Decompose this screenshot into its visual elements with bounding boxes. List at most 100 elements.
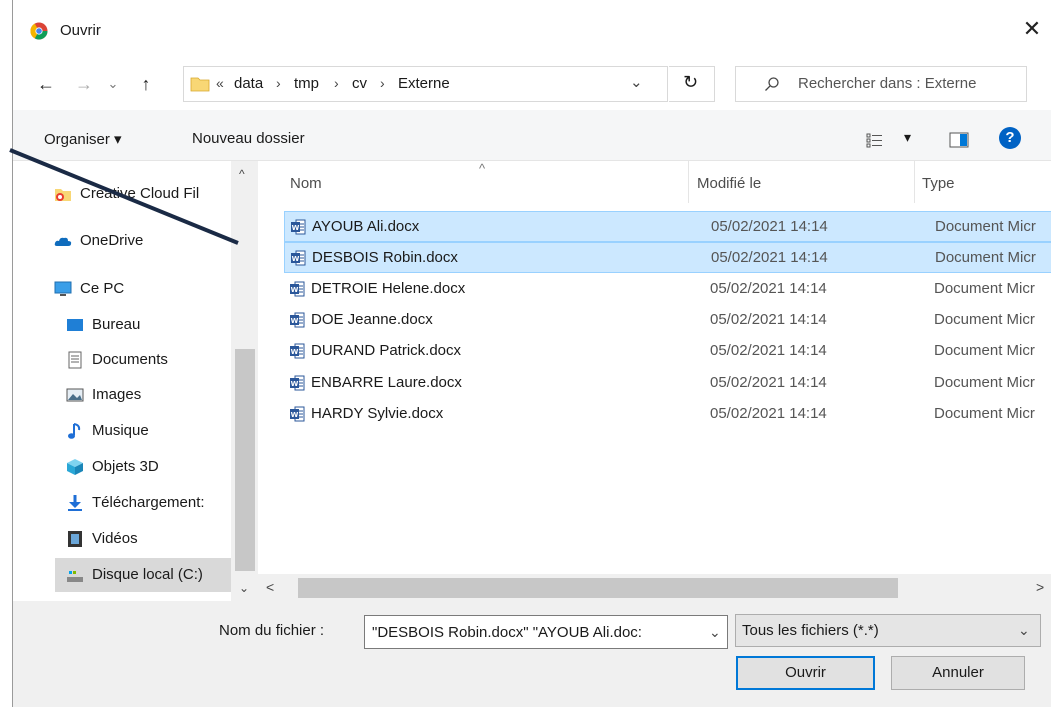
- breadcrumb-separator[interactable]: ›: [380, 75, 385, 91]
- file-name: ENBARRE Laure.docx: [311, 373, 462, 391]
- documents-icon: [68, 351, 82, 369]
- file-type: Document Micr: [934, 279, 1035, 297]
- dialog-footer: Nom du fichier : "DESBOIS Robin.docx" "A…: [13, 601, 1051, 707]
- annotation-line: [9, 148, 239, 245]
- file-row[interactable]: W HARDY Sylvie.docx 05/02/2021 14:14 Docume…: [284, 399, 1051, 430]
- open-button[interactable]: Ouvrir: [736, 656, 875, 690]
- file-type-select[interactable]: Tous les fichiers (*.*) ⌄: [735, 614, 1041, 647]
- sidebar-item-images[interactable]: Images: [66, 380, 226, 410]
- scroll-down-icon[interactable]: ⌄: [239, 581, 249, 595]
- scroll-right-icon[interactable]: >: [1036, 579, 1044, 595]
- column-header-modified[interactable]: Modifié le: [697, 175, 761, 192]
- file-list: Nom ^ Modifié le Type W AYOUB Ali.docx 05/…: [258, 161, 1051, 602]
- file-modified: 05/02/2021 14:14: [711, 218, 828, 235]
- svg-text:W: W: [291, 348, 299, 356]
- filename-label: Nom du fichier :: [219, 622, 325, 639]
- sidebar-item-label: Ce PC: [80, 280, 125, 297]
- music-icon: [68, 423, 81, 439]
- scroll-left-icon[interactable]: <: [266, 579, 274, 595]
- breadcrumb-tmp[interactable]: tmp: [294, 75, 319, 92]
- svg-text:W: W: [291, 411, 299, 419]
- breadcrumb-separator[interactable]: ›: [334, 75, 339, 91]
- sidebar-item-desktop[interactable]: Bureau: [66, 310, 226, 340]
- filename-dropdown-icon[interactable]: ⌄: [709, 624, 721, 641]
- address-dropdown-icon[interactable]: ⌄: [630, 73, 643, 91]
- sidebar-item-label: Disque local (C:): [92, 566, 203, 583]
- word-document-icon: W: [291, 250, 306, 266]
- column-header-type[interactable]: Type: [922, 175, 955, 192]
- file-row[interactable]: W ENBARRE Laure.docx 05/02/2021 14:14 Docum…: [284, 368, 1051, 399]
- refresh-button[interactable]: ↻: [669, 66, 715, 102]
- file-modified: 05/02/2021 14:14: [710, 279, 827, 297]
- preview-pane-icon[interactable]: [949, 132, 969, 148]
- file-type: Document Micr: [935, 218, 1036, 235]
- file-name: HARDY Sylvie.docx: [311, 404, 444, 422]
- file-row[interactable]: W DESBOIS Robin.docx 05/02/2021 14:14 Docum…: [284, 242, 1051, 274]
- search-input[interactable]: Rechercher dans : Externe: [735, 66, 1027, 102]
- svg-text:W: W: [291, 380, 299, 388]
- breadcrumb-separator[interactable]: ›: [276, 75, 281, 91]
- file-name: DETROIE Helene.docx: [311, 279, 466, 297]
- sidebar-item-label: Musique: [92, 422, 149, 439]
- sidebar-item-documents[interactable]: Documents: [66, 345, 226, 375]
- sidebar-item-label: Documents: [92, 351, 168, 368]
- file-row[interactable]: W DURAND Patrick.docx 05/02/2021 14:14 Docu…: [284, 336, 1051, 367]
- word-document-icon: W: [290, 312, 305, 328]
- word-document-icon: W: [290, 375, 305, 390]
- sidebar-item-3d-objects[interactable]: Objets 3D: [66, 452, 226, 482]
- close-button[interactable]: ✕: [1017, 14, 1047, 44]
- file-row[interactable]: W AYOUB Ali.docx 05/02/2021 14:14 Document …: [284, 211, 1051, 242]
- sidebar-item-label: Bureau: [92, 316, 141, 333]
- file-type: Document Micr: [934, 404, 1035, 422]
- file-name: DESBOIS Robin.docx: [312, 249, 458, 267]
- download-icon: [68, 495, 82, 511]
- svg-text:W: W: [291, 317, 299, 325]
- file-list-scrollbar[interactable]: < >: [258, 574, 1051, 602]
- column-divider[interactable]: [688, 161, 689, 203]
- file-modified: 05/02/2021 14:14: [710, 404, 827, 422]
- breadcrumb-externe[interactable]: Externe: [398, 75, 450, 92]
- drive-icon: [67, 571, 83, 582]
- svg-text:W: W: [292, 255, 300, 263]
- file-modified: 05/02/2021 14:14: [710, 310, 827, 328]
- file-type: Document Micr: [934, 310, 1035, 328]
- search-icon: [765, 77, 779, 91]
- sidebar-item-this-pc[interactable]: Ce PC: [54, 274, 234, 304]
- desktop-icon: [67, 319, 83, 331]
- sidebar-item-downloads[interactable]: Téléchargement:: [66, 488, 236, 518]
- file-type-dropdown-icon[interactable]: ⌄: [1018, 622, 1030, 639]
- file-name: DOE Jeanne.docx: [311, 310, 433, 328]
- svg-text:W: W: [291, 286, 299, 294]
- file-list-scroll-thumb[interactable]: [298, 578, 898, 598]
- column-divider[interactable]: [914, 161, 915, 203]
- computer-icon: [54, 281, 72, 296]
- sort-arrow-icon: ^: [479, 161, 486, 176]
- filename-input[interactable]: "DESBOIS Robin.docx" "AYOUB Ali.doc: ⌄: [364, 615, 728, 649]
- file-row[interactable]: W DOE Jeanne.docx 05/02/2021 14:14 Document…: [284, 305, 1051, 336]
- sidebar-item-label: Objets 3D: [92, 458, 159, 475]
- cancel-button[interactable]: Annuler: [891, 656, 1025, 690]
- help-icon[interactable]: ?: [999, 127, 1021, 149]
- videos-icon: [68, 531, 82, 547]
- word-document-icon: W: [291, 219, 306, 235]
- images-icon: [66, 388, 84, 402]
- file-type: Document Micr: [934, 373, 1035, 391]
- sidebar-item-local-disk[interactable]: Disque local (C:): [55, 558, 231, 592]
- file-modified: 05/02/2021 14:14: [710, 373, 827, 391]
- file-modified: 05/02/2021 14:14: [711, 249, 828, 267]
- close-icon: ✕: [1022, 16, 1042, 41]
- view-dropdown-icon[interactable]: ▾: [904, 129, 911, 146]
- view-options-icon[interactable]: [866, 132, 884, 148]
- sidebar-item-videos[interactable]: Vidéos: [66, 524, 226, 554]
- column-header-name[interactable]: Nom: [290, 175, 322, 192]
- file-type: Document Micr: [934, 342, 1035, 360]
- file-row[interactable]: W DETROIE Helene.docx 05/02/2021 14:14 Docu…: [284, 274, 1051, 305]
- word-document-icon: W: [290, 406, 305, 422]
- sidebar-item-music[interactable]: Musique: [66, 416, 226, 446]
- file-type: Document Micr: [935, 249, 1036, 267]
- sidebar-scroll-thumb[interactable]: [235, 349, 255, 571]
- sidebar-item-label: Vidéos: [92, 530, 138, 547]
- breadcrumb-cv[interactable]: cv: [352, 75, 367, 92]
- sidebar-item-label: Images: [92, 386, 142, 403]
- file-type-value: Tous les fichiers (*.*): [742, 622, 879, 639]
